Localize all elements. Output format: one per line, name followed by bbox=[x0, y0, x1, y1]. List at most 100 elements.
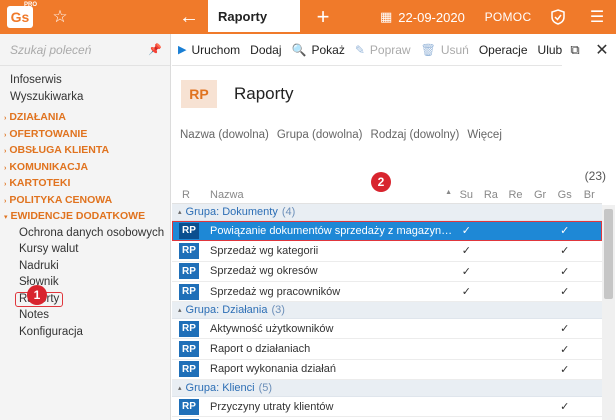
show-button[interactable]: 🔍 Pokaż bbox=[292, 43, 345, 57]
favorites-star-icon[interactable]: ☆ bbox=[40, 0, 80, 34]
column-header-re[interactable]: Re bbox=[503, 189, 528, 201]
shield-icon[interactable] bbox=[538, 0, 578, 34]
group-row[interactable]: ▴ Grupa: Dokumenty (4) bbox=[172, 204, 602, 221]
table-row[interactable]: RP Raport o działaniach ✓ bbox=[172, 339, 602, 360]
table-row[interactable]: RP Sprzedaż wg okresów ✓ ✓ bbox=[172, 262, 602, 282]
add-button[interactable]: Dodaj bbox=[250, 43, 281, 57]
column-header-nazwa[interactable]: Nazwa ▲ bbox=[204, 189, 454, 201]
sidebar-item-ochrona-danych-osobowych[interactable]: Ochrona danych osobowych bbox=[0, 225, 170, 242]
report-type-icon: RP bbox=[179, 320, 199, 337]
report-name: Sprzedaż wg kategorii bbox=[210, 244, 319, 257]
new-tab-plus-icon[interactable]: + bbox=[300, 0, 346, 34]
caret-right-icon: › bbox=[4, 181, 7, 188]
table-row[interactable]: RP Przyczyny utraty klientów ✓ bbox=[172, 397, 602, 418]
caret-right-icon: › bbox=[4, 115, 7, 122]
app-logo[interactable]: Gs PRO bbox=[0, 0, 40, 34]
column-header-r[interactable]: R bbox=[172, 189, 204, 201]
close-icon[interactable]: ✕ bbox=[588, 40, 616, 60]
operations-button[interactable]: Operacje bbox=[479, 43, 528, 57]
sidebar-item-kursy-walut[interactable]: Kursy walut bbox=[0, 241, 170, 258]
group-count: (5) bbox=[258, 382, 273, 395]
sidebar-item-ewidencje-dodatkowe[interactable]: ▾ EWIDENCJE DODATKOWE bbox=[0, 208, 170, 225]
pin-icon[interactable]: 📌 bbox=[148, 43, 162, 56]
table-row[interactable]: RP Sprzedaż wg pracowników ✓ ✓ bbox=[172, 282, 602, 303]
annotation-marker-1: 1 bbox=[27, 285, 47, 305]
table-row[interactable]: RP Aktywność użytkowników ✓ bbox=[172, 319, 602, 340]
annotation-marker-2: 2 bbox=[371, 172, 391, 192]
flag-cell-gs: ✓ bbox=[560, 363, 570, 376]
report-name: Powiązanie dokumentów sprzedaży z magazy… bbox=[210, 224, 454, 237]
caret-right-icon: › bbox=[4, 164, 7, 172]
top-bar: Gs PRO ☆ ← Raporty + ▦ 22-09-2020 POMOC ☰ bbox=[0, 0, 616, 34]
sidebar-item-słownik[interactable]: Słownik bbox=[0, 274, 170, 291]
report-type-icon: RP bbox=[179, 341, 199, 358]
sidebar-item-raporty[interactable]: Raporty bbox=[0, 291, 170, 308]
sidebar-item-nadruki[interactable]: Nadruki bbox=[0, 258, 170, 275]
table-row[interactable]: RP Sprzedaż wg kategorii ✓ ✓ bbox=[172, 241, 602, 262]
collapse-caret-icon[interactable]: ▴ bbox=[178, 208, 182, 216]
sidebar: Szukaj poleceń 📌 Infoserwis Wyszukiwarka ›… bbox=[0, 34, 171, 420]
flag-cell-su: ✓ bbox=[461, 245, 471, 258]
flag-cell-gs: ✓ bbox=[560, 343, 570, 356]
filter-1[interactable]: Grupa (dowolna) bbox=[277, 129, 363, 141]
help-button[interactable]: POMOC bbox=[478, 0, 538, 34]
column-header-gs[interactable]: Gs bbox=[552, 189, 577, 201]
caret-right-icon: › bbox=[4, 131, 7, 139]
sidebar-item-konfiguracja[interactable]: Konfiguracja bbox=[0, 324, 170, 341]
report-type-icon: RP bbox=[179, 242, 199, 259]
collapse-caret-icon[interactable]: ▴ bbox=[178, 306, 182, 314]
sidebar-item-kartoteki[interactable]: › KARTOTEKI bbox=[0, 175, 170, 192]
report-type-icon: RP bbox=[179, 283, 199, 300]
filter-bar: Nazwa (dowolna) Grupa (dowolna) Rodzaj (do… bbox=[172, 122, 616, 148]
sidebar-item-komunikacja[interactable]: › KOMUNIKACJA bbox=[0, 159, 170, 176]
sidebar-item-obsługa-klienta[interactable]: › OBSŁUGA KLIENTA bbox=[0, 142, 170, 159]
filter-0[interactable]: Nazwa (dowolna) bbox=[180, 129, 269, 141]
collapse-caret-icon[interactable]: ▴ bbox=[178, 384, 182, 392]
toolbar: ▶ Uruchom Dodaj 🔍 Pokaż ✎ Popraw 🗑 Usuń Oper… bbox=[172, 34, 616, 66]
report-name: Sprzedaż wg pracowników bbox=[210, 285, 341, 298]
column-header-gr[interactable]: Gr bbox=[528, 189, 553, 201]
column-header-su[interactable]: Su bbox=[454, 189, 479, 201]
report-type-icon: RP bbox=[179, 222, 199, 239]
search-input[interactable]: Szukaj poleceń bbox=[10, 43, 148, 57]
module-badge: RP bbox=[181, 80, 217, 108]
report-name: Raport o działaniach bbox=[210, 343, 311, 356]
flag-cell-gs: ✓ bbox=[560, 323, 570, 336]
report-name: Przyczyny utraty klientów bbox=[210, 400, 334, 413]
table-row[interactable]: RP Raport wykonania działań ✓ bbox=[172, 360, 602, 381]
group-row[interactable]: ▴ Grupa: Działania (3) bbox=[172, 302, 602, 320]
sidebar-nav: Infoserwis Wyszukiwarka › DZIAŁANIA › OFERTOW… bbox=[0, 66, 170, 340]
caret-right-icon: › bbox=[4, 197, 7, 205]
main-panel: ▶ Uruchom Dodaj 🔍 Pokaż ✎ Popraw 🗑 Usuń Oper… bbox=[172, 34, 616, 420]
sidebar-item-notes[interactable]: Notes bbox=[0, 307, 170, 324]
delete-button[interactable]: 🗑 Usuń bbox=[421, 43, 469, 57]
restore-window-icon[interactable]: ⧉ bbox=[562, 42, 588, 58]
tab-raporty[interactable]: Raporty bbox=[208, 0, 300, 34]
fix-button[interactable]: ✎ Popraw bbox=[355, 43, 411, 57]
flag-cell-su: ✓ bbox=[461, 225, 471, 238]
sidebar-item-polityka-cenowa[interactable]: › POLITYKA CENOWA bbox=[0, 192, 170, 209]
column-header-ra[interactable]: Ra bbox=[479, 189, 504, 201]
page-title: Raporty bbox=[234, 84, 294, 103]
scrollbar-thumb[interactable] bbox=[604, 209, 613, 299]
back-arrow-icon[interactable]: ← bbox=[170, 0, 208, 34]
command-search[interactable]: Szukaj poleceń 📌 bbox=[0, 34, 170, 66]
table-row[interactable]: RP Powiązanie dokumentów sprzedaży z maga… bbox=[172, 221, 602, 242]
group-row[interactable]: ▴ Grupa: Klienci (5) bbox=[172, 380, 602, 398]
sidebar-item-działania[interactable]: › DZIAŁANIA bbox=[0, 109, 170, 126]
trash-icon: 🗑 bbox=[420, 42, 436, 57]
sidebar-item-wyszukiwarka[interactable]: Wyszukiwarka bbox=[0, 89, 170, 106]
hamburger-menu-icon[interactable]: ☰ bbox=[578, 0, 616, 34]
vertical-scrollbar[interactable] bbox=[602, 205, 615, 420]
filter-3[interactable]: Więcej bbox=[467, 129, 502, 141]
date-display[interactable]: ▦ 22-09-2020 bbox=[380, 0, 478, 34]
sidebar-item-ofertowanie[interactable]: › OFERTOWANIE bbox=[0, 126, 170, 143]
filter-2[interactable]: Rodzaj (dowolny) bbox=[371, 129, 460, 141]
caret-down-icon: ▾ bbox=[4, 214, 8, 221]
sidebar-item-infoserwis[interactable]: Infoserwis bbox=[0, 72, 170, 89]
flag-cell-su: ✓ bbox=[461, 286, 471, 299]
run-button[interactable]: ▶ Uruchom bbox=[178, 43, 240, 57]
group-label: Grupa: Dokumenty bbox=[185, 206, 278, 218]
column-header-br[interactable]: Br bbox=[577, 189, 602, 201]
caret-right-icon: › bbox=[4, 148, 7, 155]
